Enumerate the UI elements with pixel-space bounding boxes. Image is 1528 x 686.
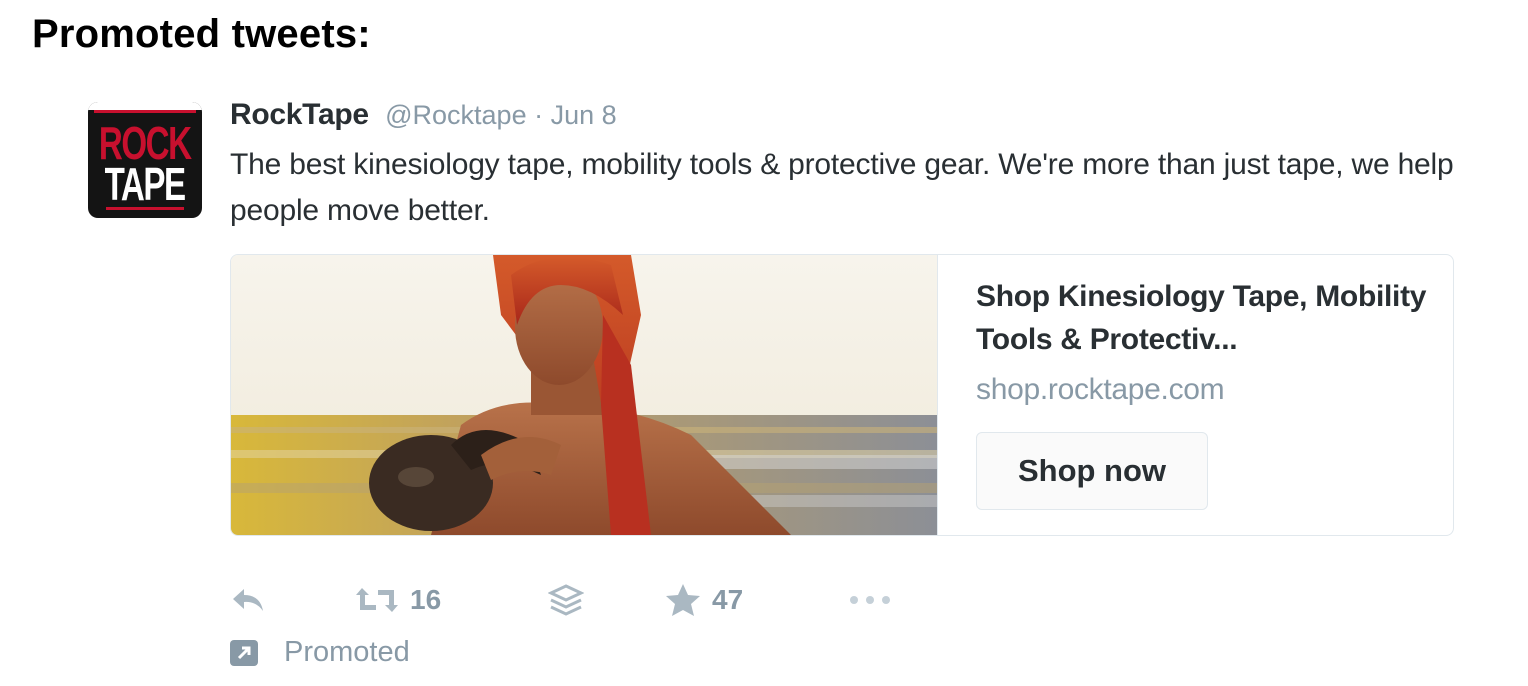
card-title[interactable]: Shop Kinesiology Tape, Mobility Tools & … xyxy=(976,275,1446,361)
favorite-action[interactable]: 47 xyxy=(664,578,743,622)
page-heading: Promoted tweets: xyxy=(32,12,371,56)
card-info: Shop Kinesiology Tape, Mobility Tools & … xyxy=(937,255,1453,535)
more-action[interactable] xyxy=(846,578,894,622)
retweet-action[interactable]: 16 xyxy=(354,578,441,622)
reply-action[interactable] xyxy=(230,578,266,622)
card-url[interactable]: shop.rocktape.com xyxy=(976,373,1225,407)
tweet-actions: 16 47 xyxy=(230,578,930,622)
meta-separator: · xyxy=(534,100,544,130)
avatar-logo-line2: TAPE xyxy=(104,158,187,210)
tweet-text: The best kinesiology tape, mobility tool… xyxy=(230,148,1454,227)
author-name[interactable]: RockTape xyxy=(230,98,369,131)
tweet-header: RockTape @Rocktape · Jun 8 xyxy=(230,98,617,132)
reply-icon xyxy=(233,589,263,611)
promoted-icon xyxy=(230,639,258,666)
tweet-date[interactable]: Jun 8 xyxy=(551,100,617,130)
avatar-bottom-accent xyxy=(106,207,184,210)
buffer-action[interactable] xyxy=(548,578,584,622)
shop-now-button[interactable]: Shop now xyxy=(976,432,1208,510)
retweet-count: 16 xyxy=(410,584,442,615)
more-icon xyxy=(850,596,890,604)
favorite-icon xyxy=(666,584,700,616)
retweet-icon xyxy=(356,588,398,612)
avatar-logo-line1: ROCK xyxy=(99,117,192,169)
author-handle[interactable]: @Rocktape xyxy=(385,100,526,130)
avatar-top-accent xyxy=(94,110,196,113)
website-card[interactable]: Shop Kinesiology Tape, Mobility Tools & … xyxy=(230,254,1454,536)
favorite-count: 47 xyxy=(712,584,744,615)
avatar-top-strip xyxy=(88,102,202,110)
card-photo xyxy=(231,255,937,535)
card-image[interactable] xyxy=(231,255,937,535)
tweet-meta: @Rocktape · Jun 8 xyxy=(385,100,617,130)
promoted-indicator[interactable]: Promoted xyxy=(230,636,410,669)
avatar[interactable]: ROCK TAPE xyxy=(88,102,202,218)
buffer-icon xyxy=(548,584,584,616)
promoted-label: Promoted xyxy=(284,636,410,668)
